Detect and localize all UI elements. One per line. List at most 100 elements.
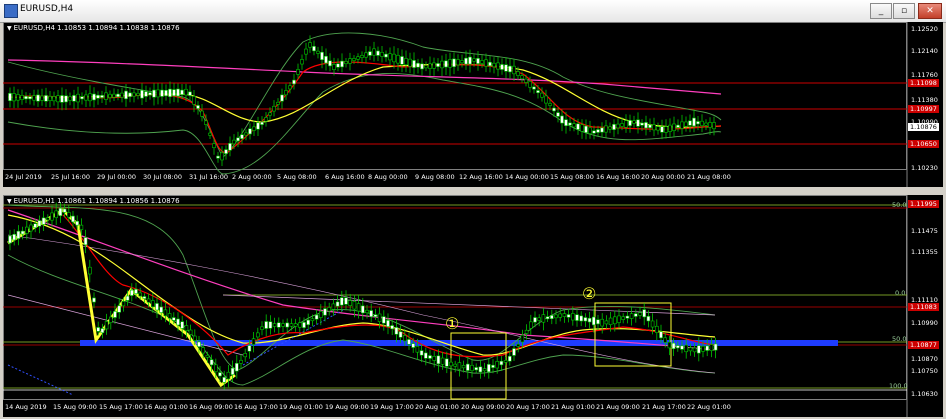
candle-body [356,56,360,60]
time-label: 15 Aug 17:00 [99,403,143,411]
candle-body [192,96,196,105]
candle-body [128,92,132,97]
candle-body [20,230,25,235]
candle-body [684,121,688,127]
candle-body [72,95,76,102]
candle-body [132,92,136,97]
candle-body [200,110,204,117]
candle-body [32,95,36,101]
candle-body [247,345,252,352]
candle-body [507,356,512,362]
candle-body [188,91,192,96]
candle-body [580,124,584,132]
candle-body [100,95,104,98]
marker-two: ② [582,284,597,303]
candle-body [160,89,164,97]
candle-body [92,93,96,101]
candle-body [528,81,532,88]
candle-body [48,96,52,101]
window-titlebar: EURUSD,H4 _ ▫ ✕ [0,0,946,23]
candle-body [488,61,492,67]
candle-body [440,60,444,69]
candle-body [365,309,369,314]
time-label: 2 Aug 00:00 [232,173,272,181]
candle-body [54,210,59,218]
candle-body [712,122,716,130]
candle-body [632,120,636,124]
chart-h1[interactable]: ▼ EURUSD,H1 1.10861 1.10894 1.10856 1.108… [3,195,943,417]
candle-body [612,124,616,130]
candle-body [339,297,344,306]
candle-body [572,123,576,128]
time-label: 16 Aug 17:00 [234,403,278,411]
candle-body [549,315,554,319]
candle-body [235,363,239,372]
candle-body [352,58,356,61]
candle-body [560,115,564,124]
candle-body [205,354,210,358]
price-tag-current: 1.10877 [908,341,939,349]
candle-body [109,316,113,323]
maximize-button[interactable]: ▫ [893,3,915,19]
panel-separator[interactable] [0,187,946,195]
candle-body [142,296,147,299]
candle-body [604,125,608,133]
candle-body [629,313,634,319]
chart-window-icon [4,4,18,18]
candle-body [300,59,304,65]
time-label: 15 Aug 09:00 [53,403,97,411]
candle-body [456,59,460,66]
candle-body [642,309,647,318]
candle-body [392,53,396,63]
candle-body [476,58,480,64]
candle-body [377,313,382,322]
candle-body [656,126,660,131]
candle-body [708,122,712,128]
candle-body [420,63,424,70]
candle-body [524,329,529,334]
candle-body [201,347,205,354]
candle-body [524,78,528,83]
time-label: 20 Aug 17:00 [506,403,550,411]
candle-body [470,364,474,372]
fibo-label: 50.0 [892,201,907,209]
candle-body [197,341,201,347]
candle-body [660,126,664,133]
candle-body [369,310,374,317]
candle-body [226,371,231,380]
candle-body [268,112,272,116]
candle-body [696,345,701,354]
candle-body [667,341,672,349]
chart-h4[interactable]: ▼ EURUSD,H4 1.10853 1.10894 1.10838 1.108… [3,22,943,187]
candle-body [704,122,708,126]
candle-body [112,93,116,98]
close-button[interactable]: ✕ [918,3,942,19]
candle-body [335,301,340,307]
candle-body [156,89,160,98]
candle-body [636,119,640,127]
time-label: 16 Aug 01:00 [144,403,188,411]
candle-body [130,289,134,296]
minimize-button[interactable]: _ [870,3,892,19]
candle-body [412,60,416,68]
candle-body [56,95,60,103]
candle-body [536,90,540,93]
candle-body [252,126,256,131]
candle-body [360,55,364,58]
candle-body [671,342,676,349]
candle-body [83,237,88,246]
candle-body [348,300,353,306]
candle-body [533,317,537,323]
candle-body [684,344,689,353]
candle-body [644,122,648,129]
candle-body [16,94,20,101]
candle-body [33,223,38,229]
time-label: 19 Aug 01:00 [279,403,323,411]
candle-body [68,96,72,101]
candle-body [621,316,626,320]
candle-body [700,120,704,127]
candle-body [260,326,264,330]
candle-body [448,59,452,68]
candle-body [416,62,420,68]
candle-body [411,343,416,348]
